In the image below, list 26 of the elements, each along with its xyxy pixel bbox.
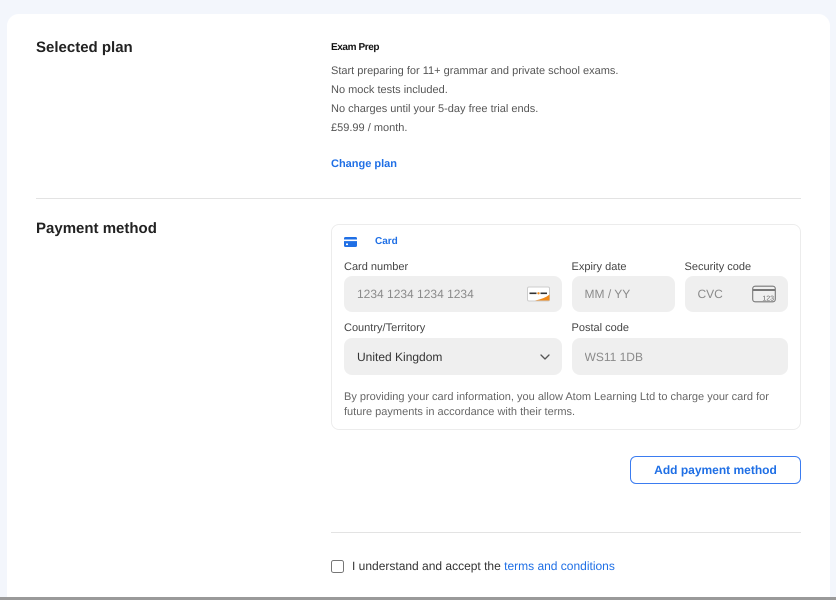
plan-detail-text: £59.99 / month.	[331, 120, 408, 136]
credit-card-icon	[344, 237, 357, 247]
terms-text: I understand and accept the terms and conditions	[352, 558, 615, 574]
field-label: Expiry date	[572, 260, 628, 274]
field-label: Country/Territory	[344, 321, 426, 335]
field-label: Card number	[344, 260, 410, 274]
plan-detail-text: No charges until your 5-day free trial ends.	[331, 102, 540, 116]
change-plan-link[interactable]: Change plan	[331, 156, 398, 172]
postal-code-field[interactable]: WS11 1DB	[572, 338, 788, 375]
field-label: Security code	[684, 260, 752, 274]
section-heading: Selected plan	[36, 39, 134, 57]
add-payment-button[interactable]: Add payment method	[630, 456, 801, 484]
section-heading: Payment method	[36, 220, 158, 238]
plan-detail-text: No mock tests included.	[331, 82, 449, 98]
expiry-date-field[interactable]: MM / YY	[572, 276, 675, 312]
terms-link[interactable]: terms and conditions	[504, 559, 615, 573]
payment-tab[interactable]: Card	[344, 235, 398, 249]
plan-name: Exam Prep	[331, 41, 380, 55]
card-brand-icon	[527, 286, 550, 302]
terms-checkbox[interactable]	[331, 560, 344, 572]
card-number-field[interactable]: 1234 1234 1234 1234	[344, 276, 562, 312]
chevron-down-icon	[540, 354, 550, 360]
country-select[interactable]: United Kingdom	[344, 338, 562, 375]
disclaimer-text: By providing your card information, you allow Atom Learning Ltd to charge your card for future payments in accordance with their terms.	[344, 390, 770, 420]
plan-detail-text: Start preparing for 11+ grammar and private school exams.	[331, 64, 620, 78]
field-label: Postal code	[572, 321, 630, 335]
